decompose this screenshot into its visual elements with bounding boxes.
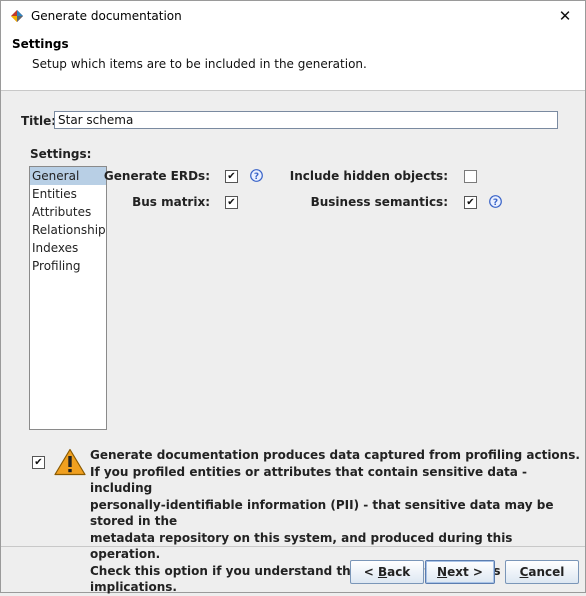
close-icon[interactable]: ✕ bbox=[559, 7, 572, 25]
back-button-prefix: < bbox=[363, 565, 378, 579]
close-button[interactable]: ✕ bbox=[545, 1, 585, 32]
title-bar: Generate documentation ✕ bbox=[1, 1, 585, 32]
include-hidden-objects-label: Include hidden objects: bbox=[289, 169, 448, 183]
svg-text:?: ? bbox=[254, 172, 259, 182]
generate-erds-checkbox[interactable]: ✔ bbox=[225, 170, 238, 183]
include-hidden-objects-checkbox[interactable] bbox=[464, 170, 477, 183]
business-semantics-label: Business semantics: bbox=[310, 195, 448, 209]
next-button-rest: ext > bbox=[447, 565, 483, 579]
back-button-rest: ack bbox=[387, 565, 411, 579]
back-button[interactable]: < Back bbox=[350, 560, 424, 584]
settings-label: Settings: bbox=[30, 147, 92, 161]
question-mark-icon[interactable]: ? bbox=[250, 169, 263, 182]
settings-item-general[interactable]: General bbox=[30, 167, 106, 185]
settings-item-entities[interactable]: Entities bbox=[30, 185, 106, 203]
warning-line: If you profiled entities or attributes t… bbox=[90, 464, 528, 496]
acknowledge-checkbox[interactable]: ✔ bbox=[32, 456, 45, 469]
page-header: Settings Setup which items are to be inc… bbox=[1, 32, 585, 91]
bus-matrix-label: Bus matrix: bbox=[132, 195, 210, 209]
cancel-button[interactable]: Cancel bbox=[505, 560, 579, 584]
cancel-button-rest: ancel bbox=[528, 565, 565, 579]
settings-list[interactable]: General Entities Attributes Relationship… bbox=[29, 166, 107, 430]
settings-item-profiling[interactable]: Profiling bbox=[30, 257, 106, 275]
business-semantics-checkbox[interactable]: ✔ bbox=[464, 196, 477, 209]
warning-line: personally-identifiable information (PII… bbox=[90, 497, 554, 529]
window-title: Generate documentation bbox=[31, 9, 182, 23]
next-button[interactable]: Next > bbox=[425, 560, 495, 584]
generate-erds-label: Generate ERDs: bbox=[103, 169, 210, 183]
page-title: Settings bbox=[12, 37, 69, 51]
settings-item-attributes[interactable]: Attributes bbox=[30, 203, 106, 221]
back-button-mnemonic: B bbox=[377, 565, 388, 579]
question-mark-icon[interactable]: ? bbox=[489, 195, 502, 208]
warning-line: Generate documentation produces data cap… bbox=[90, 448, 580, 462]
dialog-window: Generate documentation ✕ Settings Setup … bbox=[0, 0, 586, 594]
title-input[interactable] bbox=[54, 111, 558, 129]
title-label: Title: bbox=[21, 114, 57, 128]
bus-matrix-checkbox[interactable]: ✔ bbox=[225, 196, 238, 209]
settings-item-relationships[interactable]: Relationships bbox=[30, 221, 106, 239]
settings-item-indexes[interactable]: Indexes bbox=[30, 239, 106, 257]
warning-triangle-icon bbox=[54, 448, 86, 476]
app-logo-icon bbox=[11, 10, 23, 22]
page-description: Setup which items are to be included in … bbox=[32, 57, 367, 71]
next-button-mnemonic: N bbox=[437, 565, 448, 579]
button-separator bbox=[1, 546, 585, 547]
svg-text:?: ? bbox=[493, 198, 498, 208]
